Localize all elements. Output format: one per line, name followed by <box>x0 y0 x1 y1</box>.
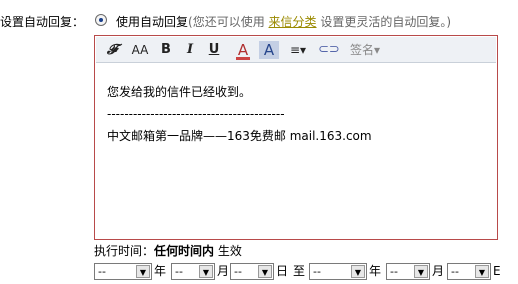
year-label: 年 <box>154 264 167 278</box>
chevron-down-icon[interactable]: ▼ <box>136 265 150 278</box>
exec-prefix: 执行时间： <box>94 244 155 258</box>
content-line: 中文邮箱第一品牌——163免费邮 mail.163.com <box>107 129 372 143</box>
hint-before: (您还可以使用 <box>188 15 265 29</box>
link-icon[interactable]: ⊂⊃ <box>318 41 340 59</box>
start-month-select[interactable]: -- ▼ <box>171 263 215 280</box>
editor-toolbar: 𝓕 AA B I U A A ≡▾ ⊂⊃ 签名▾ <box>96 37 496 63</box>
chevron-down-icon[interactable]: ▼ <box>414 265 428 278</box>
to-label: 至 <box>293 264 306 278</box>
signature-dropdown[interactable]: 签名▾ <box>346 41 384 59</box>
day-label-clipped: E <box>493 264 501 278</box>
end-year-select[interactable]: -- ▼ <box>309 263 367 280</box>
hint-after: 设置更灵活的自动回复。) <box>320 15 452 29</box>
exec-range: 任何时间内 <box>154 244 215 258</box>
align-icon[interactable]: ≡▾ <box>289 41 307 59</box>
font-family-icon[interactable]: 𝓕 <box>102 41 122 59</box>
month-label: 月 <box>217 264 230 278</box>
day-label: 日 <box>276 264 289 278</box>
font-size-icon[interactable]: AA <box>128 41 152 59</box>
chevron-down-icon[interactable]: ▼ <box>199 265 213 278</box>
execution-time: 执行时间：任何时间内 生效 <box>94 242 242 259</box>
background-color-icon[interactable]: A <box>259 41 279 59</box>
start-year-select[interactable]: -- ▼ <box>94 263 152 280</box>
auto-reply-label: 设置自动回复： <box>0 15 85 29</box>
year-label: 年 <box>369 264 382 278</box>
chevron-down-icon[interactable]: ▼ <box>475 265 489 278</box>
bold-icon[interactable]: B <box>158 41 174 59</box>
chevron-down-icon[interactable]: ▼ <box>351 265 365 278</box>
exec-suffix: 生效 <box>217 244 242 258</box>
month-label: 月 <box>432 264 445 278</box>
font-color-icon[interactable]: A <box>233 41 253 60</box>
italic-icon[interactable]: I <box>182 41 198 59</box>
auto-reply-radio[interactable] <box>95 14 107 26</box>
chevron-down-icon[interactable]: ▼ <box>258 265 272 278</box>
start-day-select[interactable]: -- ▼ <box>230 263 274 280</box>
editor-content[interactable]: 您发给我的信件已经收到。 ---------------------------… <box>107 81 489 147</box>
end-day-select[interactable]: -- ▼ <box>447 263 491 280</box>
rich-text-editor[interactable]: 𝓕 AA B I U A A ≡▾ ⊂⊃ 签名▾ 您发给我的信件已经收到。 --… <box>94 35 498 240</box>
mail-filter-link[interactable]: 来信分类 <box>269 15 317 29</box>
content-line: 您发给我的信件已经收到。 <box>107 85 252 99</box>
end-month-select[interactable]: -- ▼ <box>386 263 430 280</box>
auto-reply-option-label[interactable]: 使用自动回复 <box>116 15 188 29</box>
content-separator: ----------------------------------------… <box>107 107 285 121</box>
auto-reply-option: 使用自动回复(您还可以使用 来信分类 设置更灵活的自动回复。) <box>116 13 451 30</box>
underline-icon[interactable]: U <box>206 41 222 59</box>
